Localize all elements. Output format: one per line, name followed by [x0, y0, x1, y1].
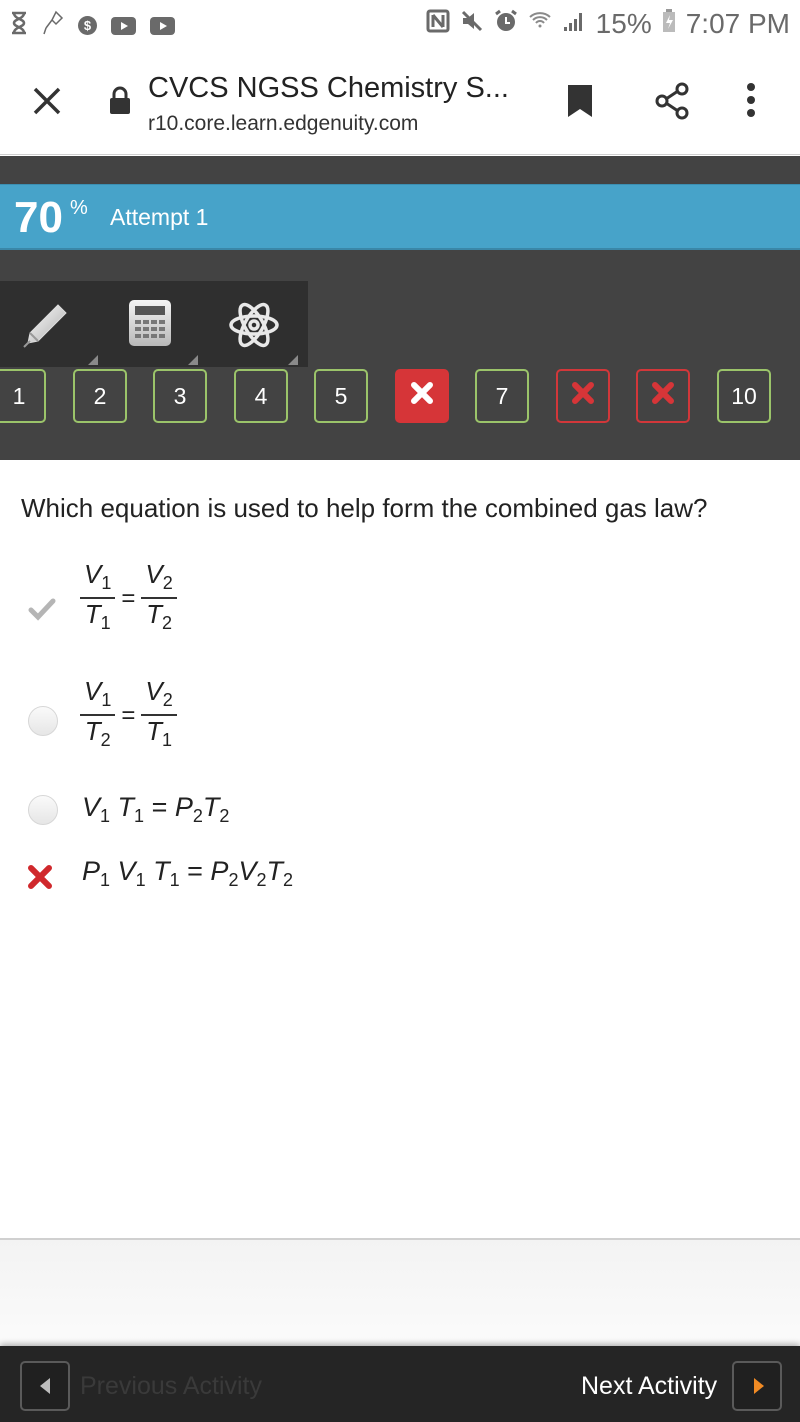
- pushpin-icon: [42, 10, 64, 41]
- question-10-button[interactable]: 10: [717, 369, 771, 423]
- question-number: 5: [334, 382, 348, 409]
- score-value: 70: [14, 193, 63, 242]
- next-activity-button[interactable]: [732, 1361, 782, 1411]
- wifi-icon: [528, 8, 552, 40]
- activity-header: [0, 156, 800, 184]
- youtube-icon: [150, 16, 175, 35]
- page-title: CVCS NGSS Chemistry S...: [148, 72, 509, 104]
- question-number: 7: [495, 382, 509, 409]
- answer-equation: V1 T1 = V2 T2: [80, 560, 177, 638]
- incorrect-x-icon: [410, 381, 434, 411]
- question-number: 3: [173, 382, 187, 409]
- hourglass-icon: [10, 11, 28, 40]
- question-2-button[interactable]: 2: [73, 369, 127, 423]
- question-6-button[interactable]: [395, 369, 449, 423]
- reference-tool-button[interactable]: [200, 281, 300, 367]
- battery-percent: 15%: [595, 8, 652, 39]
- share-icon[interactable]: [652, 81, 692, 126]
- calculator-icon: [128, 299, 172, 352]
- question-number: 10: [731, 382, 757, 409]
- close-icon[interactable]: [30, 84, 64, 118]
- activity-nav-bar: Previous Activity Next Activity: [0, 1346, 800, 1422]
- clock: 7:07 PM: [685, 8, 790, 39]
- incorrect-x-icon: [651, 381, 675, 411]
- question-8-button[interactable]: [556, 369, 610, 423]
- answer-equation: V1 T1 = P2T2: [82, 792, 230, 826]
- atom-icon: [228, 299, 280, 356]
- status-bar: $ 15% 7:07 PM: [0, 0, 800, 50]
- radio-button[interactable]: [28, 795, 58, 825]
- previous-activity-button[interactable]: [20, 1361, 70, 1411]
- browser-toolbar: CVCS NGSS Chemistry S... r10.core.learn.…: [0, 50, 800, 155]
- page-url[interactable]: r10.core.learn.edgenuity.com: [148, 112, 418, 136]
- youtube-icon: [111, 16, 136, 35]
- previous-activity-label[interactable]: Previous Activity: [80, 1372, 262, 1401]
- question-4-button[interactable]: 4: [234, 369, 288, 423]
- more-options-icon[interactable]: [745, 82, 757, 123]
- question-9-button[interactable]: [636, 369, 690, 423]
- answer-equation: V1 T2 = V2 T1: [80, 677, 177, 755]
- lock-icon: [108, 85, 132, 120]
- question-7-button[interactable]: 7: [475, 369, 529, 423]
- question-number: 4: [254, 382, 268, 409]
- battery-icon: [662, 8, 676, 40]
- arrow-right-icon: [752, 1376, 766, 1401]
- correct-check-icon: [28, 597, 56, 626]
- answer-equation: P1 V1 T1 = P2V2T2: [82, 856, 293, 890]
- next-activity-label[interactable]: Next Activity: [581, 1372, 717, 1401]
- pencil-icon: [18, 299, 72, 358]
- score-bar: 70 % Attempt 1: [0, 184, 800, 250]
- highlighter-tool-button[interactable]: [0, 281, 100, 367]
- attempt-label: Attempt 1: [110, 204, 209, 230]
- tools-toolbar: [0, 281, 308, 367]
- question-number: 1: [12, 382, 26, 409]
- radio-button[interactable]: [28, 706, 58, 736]
- signal-icon: [562, 8, 586, 40]
- question-number: 2: [93, 382, 107, 409]
- calculator-tool-button[interactable]: [100, 281, 200, 367]
- question-3-button[interactable]: 3: [153, 369, 207, 423]
- question-1-button[interactable]: 1: [0, 369, 46, 423]
- arrow-left-icon: [38, 1376, 52, 1401]
- quiz-panel: 1 2 3 4 5 7 10: [0, 250, 800, 460]
- incorrect-x-icon: [26, 863, 54, 896]
- bookmark-icon[interactable]: [566, 83, 594, 124]
- question-text: Which equation is used to help form the …: [21, 493, 708, 523]
- dollar-icon: $: [78, 16, 97, 35]
- incorrect-x-icon: [571, 381, 595, 411]
- nfc-icon: [426, 8, 450, 40]
- mute-icon: [460, 8, 484, 40]
- alarm-icon: [494, 8, 518, 40]
- score-unit: %: [70, 197, 88, 219]
- footer-area: [0, 1238, 800, 1346]
- question-5-button[interactable]: 5: [314, 369, 368, 423]
